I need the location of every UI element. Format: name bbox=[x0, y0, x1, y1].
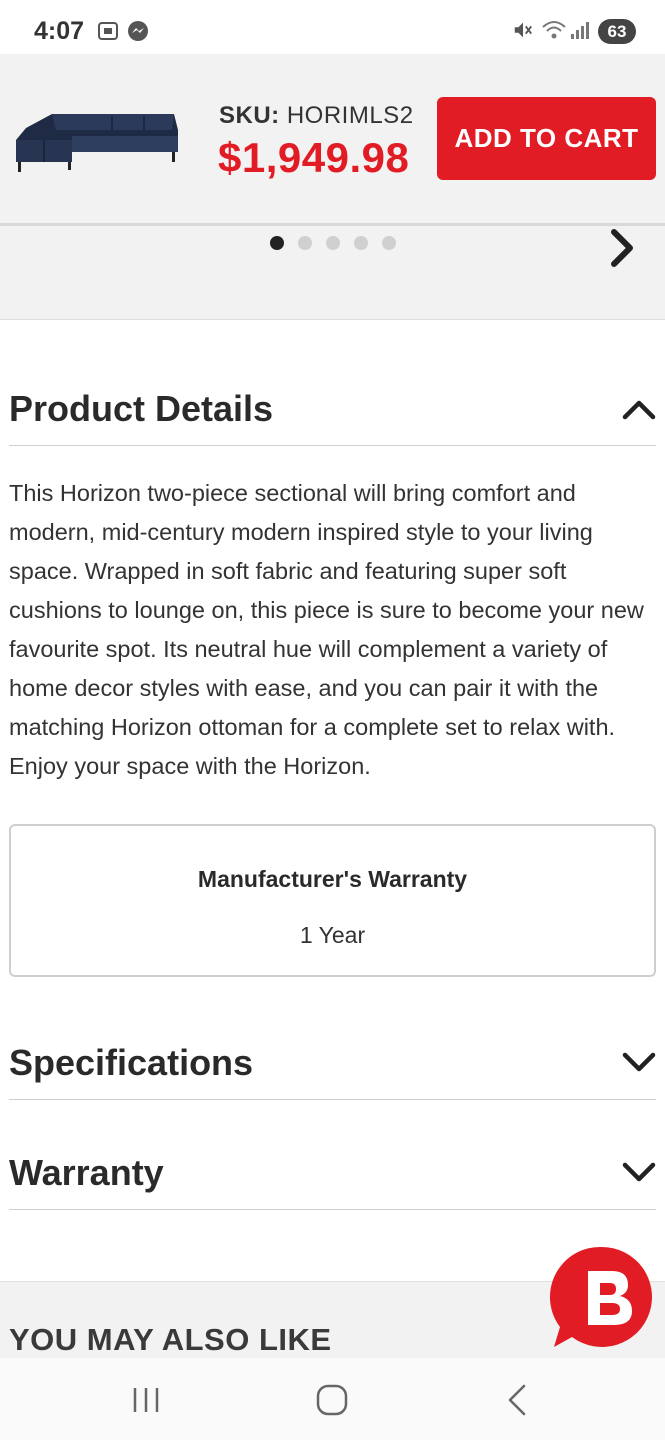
warranty-box-value: 1 Year bbox=[299, 922, 366, 948]
screenshot-icon bbox=[98, 22, 118, 40]
system-nav-bar bbox=[0, 1358, 665, 1440]
add-to-cart-button[interactable]: ADD TO CART bbox=[437, 97, 656, 180]
recent-apps-icon[interactable] bbox=[126, 1380, 166, 1420]
sku-value: HORIMLS2 bbox=[286, 102, 414, 129]
section-title: Product Details bbox=[9, 388, 274, 429]
battery-icon: 63 bbox=[598, 19, 636, 44]
sku-prefix: SKU: bbox=[219, 102, 280, 129]
also-like-title: YOU MAY ALSO LIKE bbox=[9, 1322, 332, 1357]
signal-icon bbox=[571, 22, 589, 39]
carousel-dots bbox=[270, 236, 396, 250]
carousel-dot-4[interactable] bbox=[354, 236, 368, 250]
product-thumbnail bbox=[16, 114, 178, 172]
wifi-icon bbox=[542, 21, 566, 39]
messenger-icon bbox=[128, 21, 148, 41]
carousel-dot-2[interactable] bbox=[298, 236, 312, 250]
warranty-box-title: Manufacturer's Warranty bbox=[197, 866, 468, 892]
specifications-header[interactable]: Specifications bbox=[9, 1032, 656, 1100]
manufacturer-warranty-box: Manufacturer's Warranty 1 Year bbox=[9, 824, 656, 977]
product-description: This Horizon two-piece sectional will br… bbox=[9, 480, 644, 779]
sku-label: SKU: HORIMLS2 bbox=[219, 102, 414, 130]
status-time: 4:07 bbox=[34, 17, 85, 45]
chevron-up-icon[interactable] bbox=[622, 392, 656, 426]
warranty-header[interactable]: Warranty bbox=[9, 1142, 656, 1210]
carousel-dot-3[interactable] bbox=[326, 236, 340, 250]
chat-bubble-icon[interactable] bbox=[548, 1243, 656, 1351]
image-carousel[interactable] bbox=[0, 226, 665, 320]
chevron-down-icon[interactable] bbox=[622, 1156, 656, 1190]
carousel-dot-1[interactable] bbox=[270, 236, 284, 250]
section-title: Warranty bbox=[9, 1152, 164, 1193]
sticky-product-bar: SKU: HORIMLS2 $1,949.98 ADD TO CART bbox=[0, 54, 665, 226]
carousel-dot-5[interactable] bbox=[382, 236, 396, 250]
chevron-down-icon[interactable] bbox=[622, 1046, 656, 1080]
product-price: $1,949.98 bbox=[218, 134, 410, 181]
status-bar: 4:07 63 bbox=[0, 0, 665, 54]
home-icon[interactable] bbox=[312, 1380, 352, 1420]
section-title: Specifications bbox=[9, 1042, 254, 1083]
mute-icon bbox=[514, 22, 532, 38]
back-icon[interactable] bbox=[498, 1380, 538, 1420]
chevron-right-icon[interactable] bbox=[602, 228, 642, 268]
product-details-header[interactable]: Product Details bbox=[9, 378, 656, 446]
